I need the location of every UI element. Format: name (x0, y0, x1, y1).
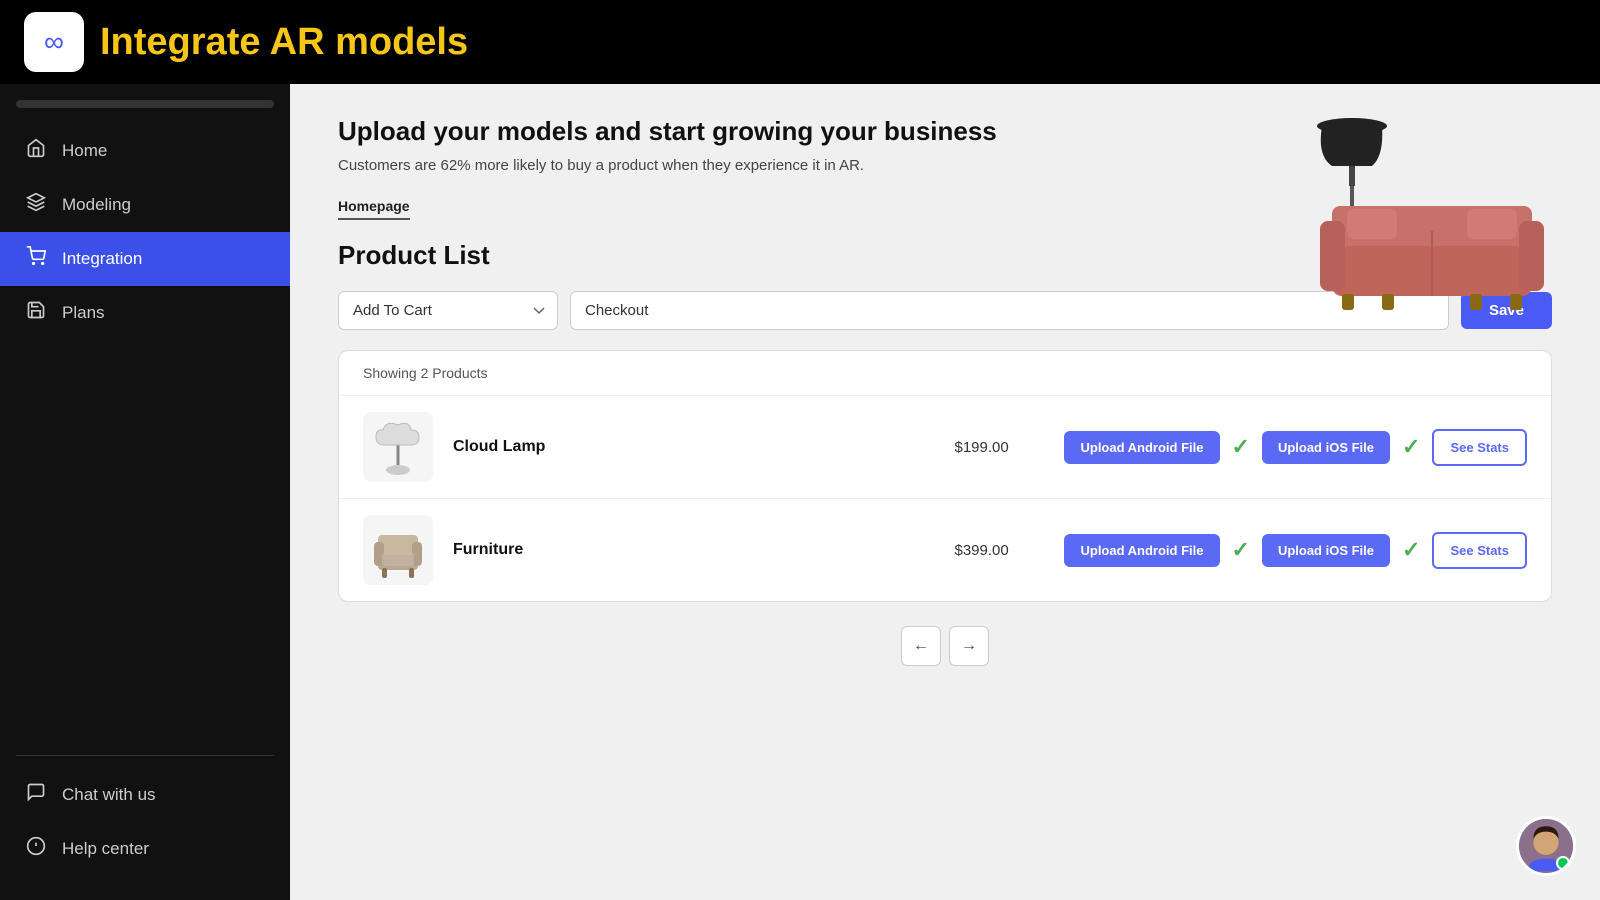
sidebar-item-integration[interactable]: Integration (0, 232, 290, 286)
logo: ∞ (24, 12, 84, 72)
home-icon (24, 138, 48, 164)
products-table: Showing 2 Products Cloud Lamp $199.00 (338, 350, 1552, 602)
sidebar-label-modeling: Modeling (62, 195, 131, 215)
see-stats-btn-1[interactable]: See Stats (1432, 429, 1527, 466)
sidebar-label-integration: Integration (62, 249, 142, 269)
next-page-button[interactable]: → (949, 626, 989, 666)
product-actions-1: Upload Android File ✓ Upload iOS File ✓ … (1064, 429, 1527, 466)
logo-icon: ∞ (44, 26, 64, 58)
sidebar-bottom: Chat with us Help center (0, 768, 290, 892)
help-icon (24, 836, 48, 862)
chat-icon (24, 782, 48, 808)
main-content: Upload your models and start growing you… (290, 84, 1600, 900)
top-header: ∞ Integrate AR models (0, 0, 1600, 84)
sidebar-item-chat[interactable]: Chat with us (0, 768, 290, 822)
sidebar-label-chat: Chat with us (62, 785, 156, 805)
product-price-1: $199.00 (954, 439, 1044, 456)
see-stats-btn-2[interactable]: See Stats (1432, 532, 1527, 569)
product-thumb-2 (363, 515, 433, 585)
sofa-illustration (1312, 176, 1552, 316)
content-inner: Upload your models and start growing you… (290, 84, 1600, 706)
sidebar-divider (16, 755, 274, 756)
android-check-2: ✓ (1232, 537, 1250, 563)
tab-homepage[interactable]: Homepage (338, 198, 410, 220)
sidebar-label-help: Help center (62, 839, 149, 859)
product-actions-2: Upload Android File ✓ Upload iOS File ✓ … (1064, 532, 1527, 569)
sidebar-item-modeling[interactable]: Modeling (0, 178, 290, 232)
product-name-1: Cloud Lamp (453, 438, 934, 456)
main-layout: Home Modeling Integration Plans (0, 84, 1600, 900)
upload-android-btn-1[interactable]: Upload Android File (1064, 431, 1219, 464)
sidebar: Home Modeling Integration Plans (0, 84, 290, 900)
product-price-2: $399.00 (954, 542, 1044, 559)
products-header: Showing 2 Products (339, 351, 1551, 396)
title-prefix: Integrate (100, 21, 270, 63)
table-row: Furniture $399.00 Upload Android File ✓ … (339, 499, 1551, 601)
hero-image (1272, 96, 1552, 316)
table-row: Cloud Lamp $199.00 Upload Android File ✓… (339, 396, 1551, 499)
cloud-lamp-image (371, 415, 426, 480)
sidebar-label-home: Home (62, 141, 107, 161)
product-thumb-1 (363, 412, 433, 482)
upload-android-btn-2[interactable]: Upload Android File (1064, 534, 1219, 567)
sidebar-nav: Home Modeling Integration Plans (0, 124, 290, 743)
sidebar-item-help[interactable]: Help center (0, 822, 290, 876)
online-indicator (1556, 856, 1570, 870)
plans-icon (24, 300, 48, 326)
showing-count: Showing 2 Products (363, 365, 488, 381)
page-title: Integrate AR models (100, 21, 468, 64)
hero-section: Upload your models and start growing you… (338, 116, 1552, 174)
prev-icon: ← (913, 637, 929, 655)
upload-ios-btn-1[interactable]: Upload iOS File (1262, 431, 1390, 464)
integration-icon (24, 246, 48, 272)
pagination: ← → (338, 626, 1552, 666)
title-highlight: AR models (270, 21, 468, 63)
sidebar-item-home[interactable]: Home (0, 124, 290, 178)
upload-ios-btn-2[interactable]: Upload iOS File (1262, 534, 1390, 567)
furniture-image (368, 520, 428, 580)
product-name-2: Furniture (453, 541, 934, 559)
android-check-1: ✓ (1232, 434, 1250, 460)
next-icon: → (961, 637, 977, 655)
sidebar-label-plans: Plans (62, 303, 105, 323)
sidebar-top-bar (16, 100, 274, 108)
chat-avatar[interactable] (1516, 816, 1576, 876)
sidebar-item-plans[interactable]: Plans (0, 286, 290, 340)
action-dropdown[interactable]: Add To Cart Buy Now Wishlist (338, 291, 558, 330)
ios-check-1: ✓ (1402, 434, 1420, 460)
modeling-icon (24, 192, 48, 218)
prev-page-button[interactable]: ← (901, 626, 941, 666)
ios-check-2: ✓ (1402, 537, 1420, 563)
